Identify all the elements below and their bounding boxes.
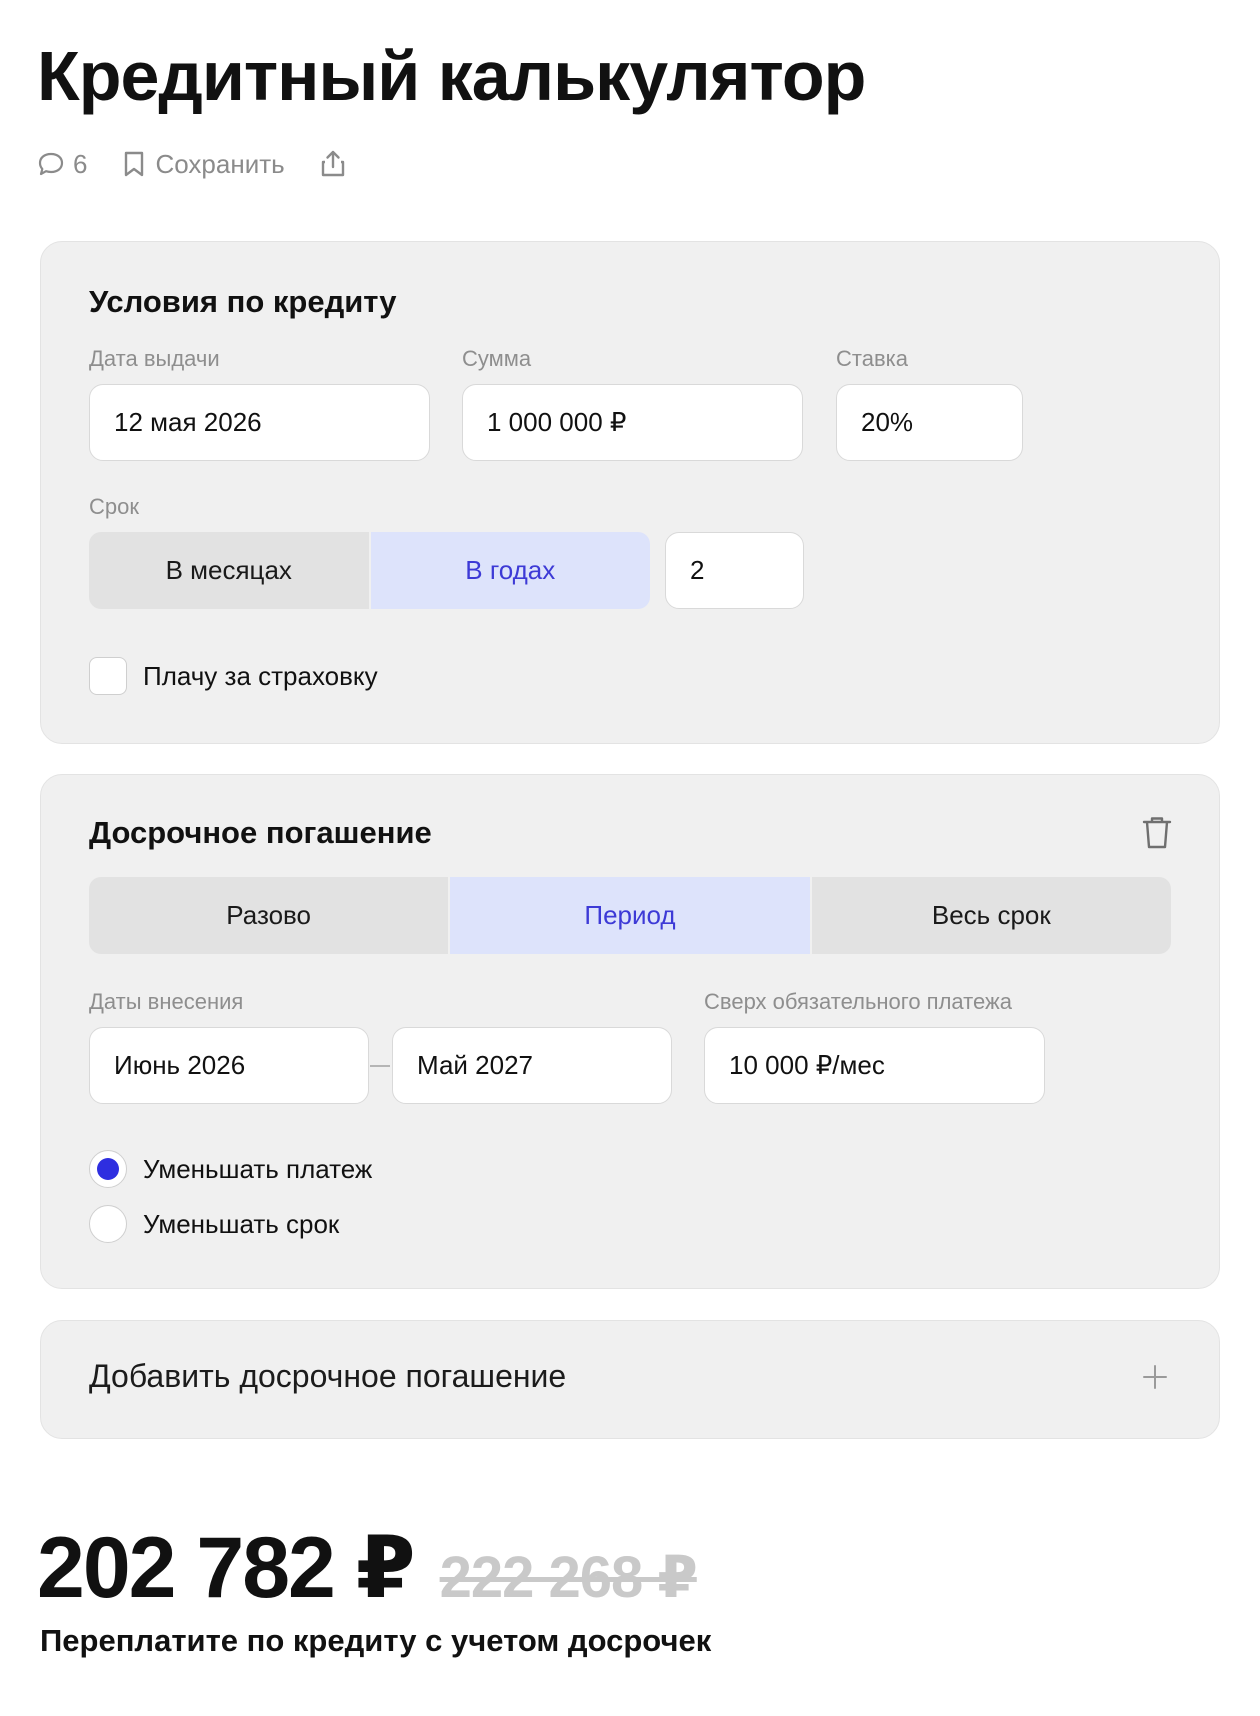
- trash-icon: [1142, 817, 1172, 849]
- overpayment-amount: 202 782 ₽: [37, 1520, 416, 1616]
- save-label: Сохранить: [155, 148, 285, 179]
- term-years-option[interactable]: В годах: [370, 532, 650, 609]
- date-from-input[interactable]: Июнь 2026: [89, 1027, 369, 1104]
- early-repayment-title: Досрочное погашение: [89, 815, 432, 850]
- plus-icon: [1143, 1365, 1167, 1389]
- reduce-payment-option[interactable]: Уменьшать платеж: [89, 1150, 372, 1188]
- mode-period-option[interactable]: Период: [450, 877, 812, 954]
- extra-payment-label: Сверх обязательного платежа: [704, 989, 1012, 1014]
- delete-early-repayment-button[interactable]: [1141, 815, 1173, 856]
- article-actions: 6 Сохранить: [37, 148, 347, 180]
- reduce-payment-radio[interactable]: [89, 1150, 127, 1188]
- save-button[interactable]: Сохранить: [121, 148, 285, 180]
- mode-whole-term-option[interactable]: Весь срок: [811, 877, 1171, 954]
- amount-input[interactable]: 1 000 000 ₽: [462, 384, 803, 461]
- comments-count: 6: [73, 148, 88, 179]
- insurance-label: Плачу за страховку: [143, 660, 378, 691]
- radio-selected-dot: [97, 1158, 119, 1180]
- reduce-payment-label: Уменьшать платеж: [143, 1153, 373, 1184]
- term-value-input[interactable]: 2: [665, 532, 804, 609]
- add-early-repayment-button[interactable]: Добавить досрочное погашение: [40, 1320, 1220, 1439]
- rate-input[interactable]: 20%: [836, 384, 1023, 461]
- extra-payment-input[interactable]: 10 000 ₽/мес: [704, 1027, 1045, 1104]
- term-unit-toggle: В месяцах В годах: [89, 532, 650, 609]
- issue-date-input[interactable]: 12 мая 2026: [89, 384, 430, 461]
- reduce-term-radio[interactable]: [89, 1205, 127, 1243]
- add-icon-button[interactable]: [1141, 1363, 1169, 1396]
- early-repayment-mode-toggle: Разово Период Весь срок: [89, 877, 1171, 954]
- early-repayment-card: Досрочное погашение Разово Период Весь с…: [40, 774, 1220, 1289]
- rate-label: Ставка: [836, 346, 908, 371]
- issue-date-label: Дата выдачи: [89, 346, 220, 371]
- insurance-option[interactable]: Плачу за страховку: [89, 657, 378, 695]
- conditions-title: Условия по кредиту: [89, 284, 397, 319]
- date-to-input[interactable]: Май 2027: [392, 1027, 672, 1104]
- overpayment-without-early: 222 268 ₽: [439, 1545, 698, 1610]
- payment-dates-label: Даты внесения: [89, 989, 244, 1014]
- share-button[interactable]: [319, 149, 347, 179]
- share-icon: [321, 150, 344, 177]
- loan-conditions-card: Условия по кредиту Дата выдачи 12 мая 20…: [40, 241, 1220, 744]
- term-months-option[interactable]: В месяцах: [89, 532, 371, 609]
- mode-once-option[interactable]: Разово: [89, 877, 451, 954]
- reduce-term-label: Уменьшать срок: [143, 1208, 340, 1239]
- comment-bubble-icon: [38, 152, 64, 176]
- overpayment-caption: Переплатите по кредиту с учетом досрочек: [40, 1623, 712, 1658]
- overpayment-result: 202 782 ₽ 222 268 ₽: [37, 1518, 698, 1618]
- insurance-checkbox[interactable]: [89, 657, 127, 695]
- comments-link[interactable]: 6: [37, 149, 87, 180]
- reduce-term-option[interactable]: Уменьшать срок: [89, 1205, 339, 1243]
- add-early-repayment-label: Добавить досрочное погашение: [89, 1358, 567, 1394]
- date-range-dash: [370, 1065, 390, 1067]
- amount-label: Сумма: [462, 346, 532, 371]
- term-label: Срок: [89, 494, 139, 519]
- bookmark-icon: [125, 151, 144, 177]
- page-title: Кредитный калькулятор: [37, 37, 866, 115]
